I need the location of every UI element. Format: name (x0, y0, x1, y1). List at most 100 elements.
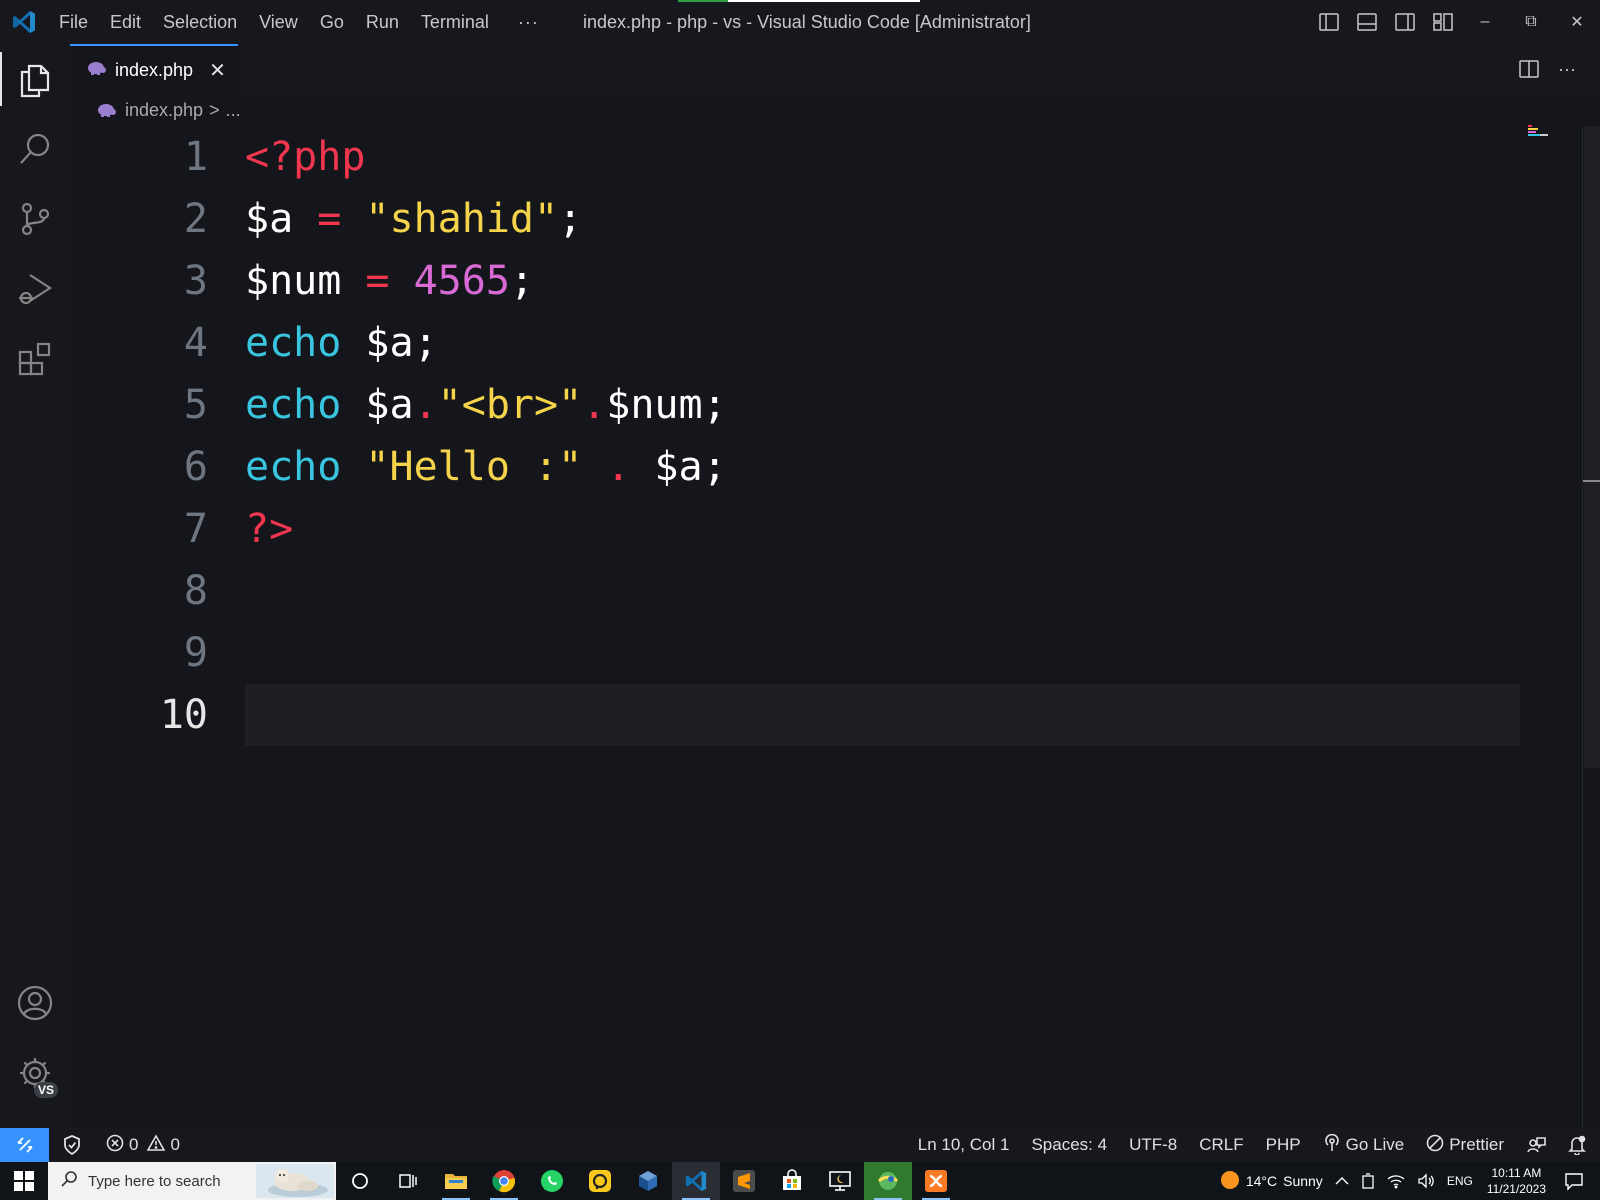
windows-start-icon[interactable] (0, 1162, 48, 1200)
weather-text: Sunny (1283, 1173, 1323, 1189)
security-shield-icon[interactable] (49, 1128, 95, 1162)
code-text: $num = 4565; (245, 250, 534, 312)
notifications-bell-icon[interactable] (1557, 1128, 1600, 1162)
token-operator: = (293, 196, 366, 242)
token-operator: . (582, 444, 655, 490)
remote-indicator-icon[interactable] (0, 1128, 49, 1162)
menu-selection[interactable]: Selection (152, 0, 248, 44)
encoding[interactable]: UTF-8 (1118, 1128, 1188, 1162)
volume-icon[interactable] (1411, 1173, 1441, 1189)
code-line: 6 echo "Hello :" . $a; (70, 436, 1520, 498)
vscode-logo-icon[interactable] (0, 0, 48, 44)
code-editor[interactable]: 1 <?php 2 $a = "shahid"; 3 $num = 4565; … (70, 126, 1582, 1128)
menu-file[interactable]: File (48, 0, 99, 44)
feedback-icon[interactable] (1515, 1128, 1557, 1162)
vscode-taskbar-icon[interactable] (672, 1162, 720, 1200)
error-count: 0 (129, 1135, 139, 1154)
go-live-button[interactable]: Go Live (1312, 1128, 1416, 1162)
extensions-icon[interactable] (0, 324, 70, 394)
whatsapp-icon[interactable] (528, 1162, 576, 1200)
code-line: 7 ?> (70, 498, 1520, 560)
clock-date: 11/21/2023 (1486, 1182, 1546, 1196)
weather-widget[interactable]: 14°C Sunny (1214, 1170, 1329, 1193)
menu-run[interactable]: Run (355, 0, 410, 44)
virtualbox-icon[interactable] (624, 1162, 672, 1200)
status-bar: 0 0 Ln 10, Col 1 Spaces: 4 UTF-8 CRLF PH… (0, 1128, 1600, 1162)
tab-close-icon[interactable]: ✕ (209, 58, 226, 83)
code-text: $a = "shahid"; (245, 188, 582, 250)
breadcrumb-file[interactable]: index.php (125, 100, 203, 121)
microsoft-store-icon[interactable] (768, 1162, 816, 1200)
close-window-button[interactable]: ✕ (1554, 0, 1600, 44)
menu-more-button[interactable]: ··· (500, 0, 557, 44)
file-explorer-icon[interactable] (432, 1162, 480, 1200)
explorer-icon[interactable] (0, 44, 70, 114)
yellow-app-icon[interactable] (576, 1162, 624, 1200)
menu-view[interactable]: View (248, 0, 309, 44)
menu-terminal[interactable]: Terminal (410, 0, 500, 44)
line-number: 8 (183, 568, 208, 614)
minimap[interactable] (1528, 124, 1550, 138)
cursor-position[interactable]: Ln 10, Col 1 (907, 1128, 1021, 1162)
language-mode[interactable]: PHP (1255, 1128, 1312, 1162)
taskbar-search-input[interactable]: Type here to search (48, 1162, 336, 1200)
token-string: "shahid" (365, 196, 559, 242)
code-line: 9 (70, 622, 1520, 684)
cortana-icon[interactable] (336, 1162, 384, 1200)
toggle-primary-sidebar-icon[interactable] (1310, 0, 1348, 44)
chrome-icon[interactable] (480, 1162, 528, 1200)
manage-gear-icon[interactable]: VS (0, 1038, 70, 1108)
scroll-thumb[interactable] (1584, 126, 1600, 768)
account-icon[interactable] (0, 968, 70, 1038)
token-variable: $a (341, 320, 414, 366)
tab-index-php[interactable]: index.php ✕ (70, 44, 238, 94)
problems-indicator[interactable]: 0 0 (95, 1128, 191, 1162)
indentation[interactable]: Spaces: 4 (1020, 1128, 1118, 1162)
menu-bar: File Edit Selection View Go Run Terminal… (48, 0, 557, 44)
end-of-line[interactable]: CRLF (1188, 1128, 1254, 1162)
activity-bar: VS (0, 44, 70, 1128)
globe-app-icon[interactable] (864, 1162, 912, 1200)
task-view-icon[interactable] (384, 1162, 432, 1200)
code-text: echo $a; (245, 312, 438, 374)
token-operator: . (413, 382, 438, 428)
line-number: 4 (183, 320, 208, 366)
more-actions-button[interactable]: ··· (1548, 44, 1586, 94)
sublime-text-icon[interactable] (720, 1162, 768, 1200)
menu-edit[interactable]: Edit (99, 0, 152, 44)
token-operator: = (341, 258, 414, 304)
night-monitor-icon[interactable] (816, 1162, 864, 1200)
tab-label: index.php (115, 59, 194, 80)
input-language[interactable]: ENG (1441, 1174, 1479, 1188)
restore-button[interactable]: ⧉ (1508, 0, 1554, 44)
customize-layout-icon[interactable] (1424, 0, 1462, 44)
status-right: Ln 10, Col 1 Spaces: 4 UTF-8 CRLF PHP Go… (907, 1128, 1600, 1162)
token-variable: $a (654, 444, 703, 490)
editor-scrollbar[interactable] (1582, 126, 1600, 1128)
prettier-button[interactable]: Prettier (1415, 1128, 1515, 1162)
clock[interactable]: 10:11 AM 11/21/2023 (1479, 1165, 1554, 1197)
token-keyword: echo (245, 444, 342, 490)
tray-chevron-up-icon[interactable] (1329, 1176, 1355, 1186)
token-number: 4565 (413, 258, 510, 304)
php-file-icon (97, 103, 117, 117)
split-editor-icon[interactable] (1510, 44, 1548, 94)
minimize-button[interactable]: – (1462, 0, 1508, 44)
notification-center-icon[interactable] (1554, 1171, 1600, 1191)
line-number: 1 (183, 134, 208, 180)
menu-go[interactable]: Go (309, 0, 355, 44)
token-semicolon: ; (509, 258, 534, 304)
code-line: 3 $num = 4565; (70, 250, 1520, 312)
run-debug-icon[interactable] (0, 254, 70, 324)
source-control-icon[interactable] (0, 184, 70, 254)
search-icon[interactable] (0, 114, 70, 184)
wifi-icon[interactable] (1381, 1173, 1411, 1189)
xampp-icon[interactable] (912, 1162, 960, 1200)
breadcrumb: index.php > ... (70, 94, 241, 126)
breadcrumb-tail[interactable]: ... (226, 100, 241, 121)
toggle-secondary-sidebar-icon[interactable] (1386, 0, 1424, 44)
code-line: 2 $a = "shahid"; (70, 188, 1520, 250)
prettier-disabled-icon (1426, 1134, 1444, 1157)
toggle-panel-icon[interactable] (1348, 0, 1386, 44)
battery-icon[interactable] (1355, 1173, 1381, 1189)
